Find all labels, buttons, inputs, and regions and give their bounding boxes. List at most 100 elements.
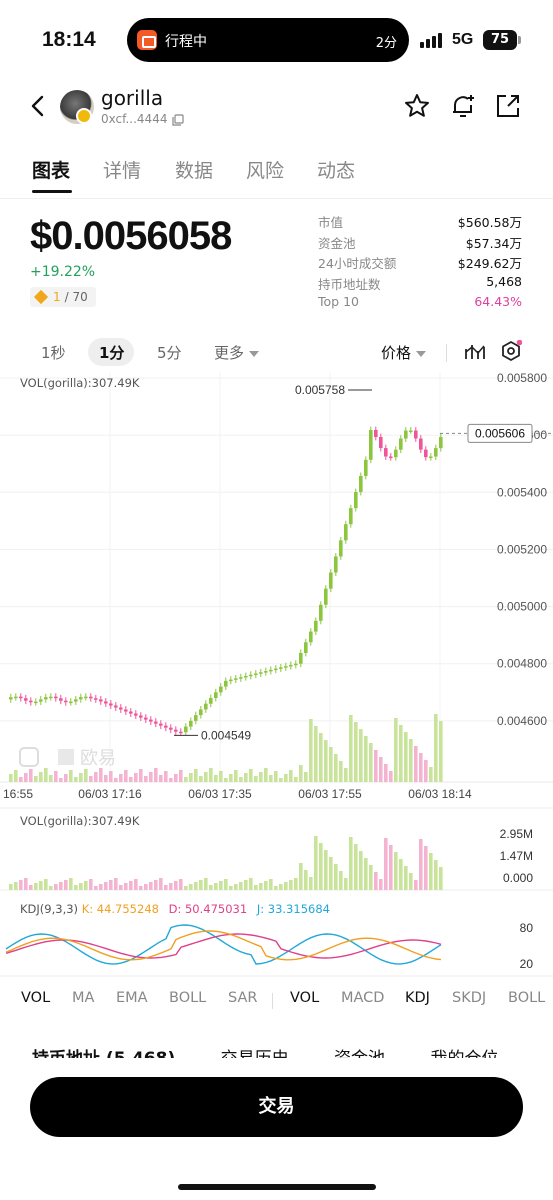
- sub-ind-kdj[interactable]: KDJ: [405, 990, 430, 1006]
- candle-body: [304, 642, 308, 653]
- candle-body: [19, 696, 23, 699]
- candle-body: [419, 438, 423, 450]
- sub-volume-bar: [79, 883, 83, 890]
- candle-body: [49, 696, 53, 699]
- tab-chart[interactable]: 图表: [32, 156, 70, 183]
- candle-body: [409, 430, 413, 433]
- candle-body: [179, 731, 183, 734]
- price-alert-icon[interactable]: [449, 92, 477, 120]
- candle-body: [284, 666, 288, 668]
- interval-more[interactable]: 更多: [214, 342, 260, 363]
- fullscreen-icon: [19, 747, 39, 767]
- sub-vol-label: VOL(gorilla):307.49K: [20, 814, 140, 828]
- overlay-volume-bar: [199, 776, 203, 782]
- indicator-chart-icon[interactable]: [463, 340, 485, 362]
- overlay-volume-bar: [274, 771, 278, 782]
- tab-my-position[interactable]: 我的仓位: [430, 1049, 498, 1058]
- overlay-volume-bar: [19, 777, 23, 782]
- main-ind-ma[interactable]: MA: [72, 990, 94, 1006]
- interval-5m[interactable]: 5分: [157, 342, 182, 363]
- interval-1m[interactable]: 1分: [99, 342, 124, 363]
- candle-body: [84, 696, 88, 699]
- candle-body: [424, 449, 428, 458]
- candle-body: [99, 699, 103, 702]
- tab-activity[interactable]: 动态: [317, 156, 355, 183]
- sub-volume-bar: [359, 851, 363, 890]
- candle-body: [429, 456, 433, 459]
- okx-logo-icon: [58, 749, 74, 765]
- tab-data[interactable]: 数据: [175, 156, 213, 183]
- main-ind-sar[interactable]: SAR: [228, 990, 257, 1006]
- sub-volume-bar: [169, 883, 173, 890]
- main-ind-boll[interactable]: BOLL: [169, 990, 206, 1006]
- settings-icon[interactable]: [500, 340, 522, 362]
- sub-volume-bar: [334, 864, 338, 890]
- sub-volume-bar: [354, 844, 358, 890]
- overlay-volume-bar: [284, 774, 288, 782]
- sub-ind-vol[interactable]: VOL: [290, 990, 319, 1006]
- sub-volume-bar: [399, 859, 403, 890]
- live-activity-time: 2分: [375, 36, 397, 51]
- overlay-volume-bar: [104, 775, 108, 782]
- sub-volume-bar: [9, 884, 13, 890]
- candle-body: [389, 456, 393, 459]
- overlay-volume-bar: [324, 740, 328, 782]
- tab-pool[interactable]: 资金池: [334, 1049, 385, 1058]
- tab-details[interactable]: 详情: [103, 156, 141, 183]
- sub-ind-boll[interactable]: BOLL: [508, 990, 545, 1006]
- sub-volume-bar: [184, 886, 188, 890]
- sub-volume-bar: [194, 882, 198, 890]
- overlay-volume-bar: [74, 777, 78, 782]
- tab-risk[interactable]: 风险: [246, 156, 284, 183]
- copy-icon[interactable]: [172, 114, 184, 126]
- chart-canvas[interactable]: 0.0058000.0056000.0054000.0052000.005000…: [0, 372, 553, 980]
- clock: 18:14: [42, 28, 96, 51]
- battery-icon: 75: [483, 30, 521, 50]
- sub-volume-bar: [44, 879, 48, 890]
- overlay-volume-bar: [114, 778, 118, 782]
- tab-trade-history[interactable]: 交易历史: [221, 1049, 289, 1058]
- sub-ind-skdj[interactable]: SKDJ: [452, 990, 486, 1006]
- candle-body: [324, 588, 328, 605]
- overlay-volume-bar: [249, 769, 253, 782]
- rank-current: 1: [53, 290, 61, 304]
- share-icon[interactable]: [494, 92, 522, 120]
- status-bar: 18:14 行程中 2分 5G 75: [0, 0, 553, 80]
- y-tick-label: 0.005200: [497, 542, 547, 556]
- overlay-volume-bar: [34, 776, 38, 782]
- sub-ind-macd[interactable]: MACD: [341, 990, 384, 1006]
- sub-volume-bar: [154, 880, 158, 890]
- candle-body: [94, 698, 98, 700]
- candle-body: [439, 437, 443, 449]
- overlay-volume-bar: [384, 764, 388, 782]
- y-tick-label: 0.005400: [497, 485, 547, 499]
- overlay-volume-bar: [319, 733, 323, 782]
- sub-volume-bar: [389, 845, 393, 890]
- overlay-volume-bar: [369, 743, 373, 782]
- back-arrow-icon[interactable]: [26, 92, 50, 120]
- overlay-volume-bar: [159, 775, 163, 782]
- trade-button[interactable]: 交易: [30, 1077, 523, 1137]
- candle-body: [354, 492, 358, 509]
- candle-body: [109, 703, 113, 706]
- tab-holders[interactable]: 持币地址 (5,468): [32, 1049, 175, 1058]
- star-icon[interactable]: [403, 92, 431, 120]
- low-price-label: 0.004549: [201, 728, 251, 742]
- candle-body: [364, 459, 368, 476]
- candle-body: [384, 448, 388, 457]
- sub-volume-bar: [134, 879, 138, 890]
- candle-body: [309, 631, 313, 643]
- overlay-volume-bar: [219, 771, 223, 782]
- candlestick-chart[interactable]: 0.0058000.0056000.0054000.0052000.005000…: [0, 372, 553, 980]
- candle-body: [264, 671, 268, 673]
- interval-1s[interactable]: 1秒: [41, 342, 66, 363]
- overlay-volume-bar: [289, 770, 293, 782]
- price-mode-dropdown[interactable]: 价格: [381, 342, 427, 363]
- main-ind-vol[interactable]: VOL: [21, 990, 50, 1006]
- overlay-volume-bar: [244, 773, 248, 782]
- dynamic-island[interactable]: 行程中 2分: [127, 18, 409, 62]
- candle-body: [74, 699, 78, 702]
- main-ind-ema[interactable]: EMA: [116, 990, 148, 1006]
- candle-body: [329, 572, 333, 589]
- rank-badge[interactable]: 1 / 70: [30, 287, 96, 307]
